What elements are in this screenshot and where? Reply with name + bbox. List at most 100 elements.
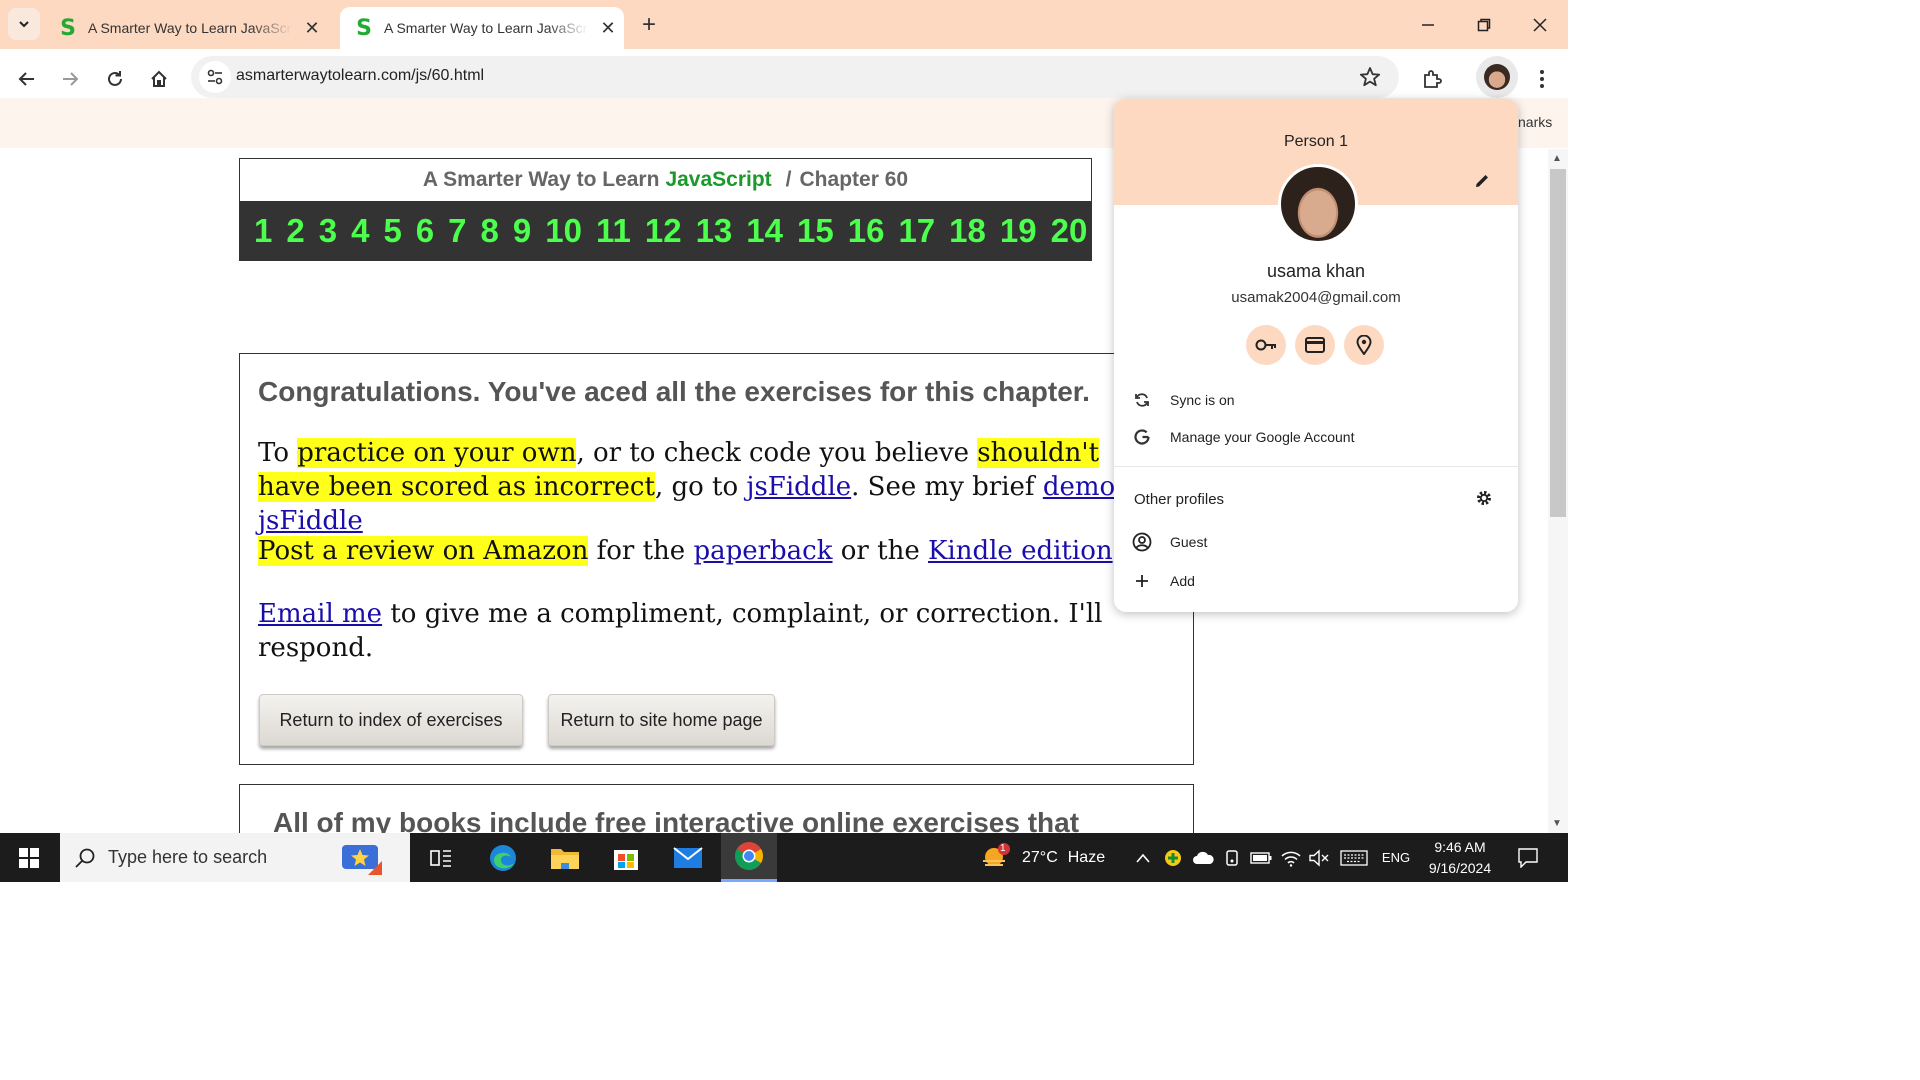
exercise-link[interactable]: 3 (319, 212, 337, 250)
exercise-link[interactable]: 10 (545, 212, 582, 250)
edge-button[interactable] (475, 833, 531, 882)
divider (1114, 466, 1518, 467)
show-hidden-icons-button[interactable] (1132, 833, 1154, 882)
arrow-left-icon (18, 72, 34, 86)
home-button[interactable] (141, 61, 177, 97)
reload-button[interactable] (97, 61, 133, 97)
email-link[interactable]: Email me (258, 599, 382, 629)
exercise-link[interactable]: 18 (949, 212, 986, 250)
exercise-link[interactable]: 15 (797, 212, 834, 250)
plus-icon (1114, 574, 1170, 588)
notifications-button[interactable] (1510, 833, 1546, 882)
language-indicator[interactable]: ENG (1376, 833, 1416, 882)
chapter-nav: A Smarter Way to Learn JavaScript / Chap… (239, 158, 1092, 261)
volume-button[interactable] (1306, 833, 1332, 882)
battery-button[interactable] (1248, 833, 1274, 882)
tab-active[interactable]: S A Smarter Way to Learn JavaScript ✕ (340, 7, 624, 49)
kindle-link[interactable]: Kindle edition (928, 536, 1113, 566)
scroll-down-icon[interactable]: ▼ (1552, 818, 1562, 829)
chevron-down-icon (19, 21, 29, 28)
scroll-up-icon[interactable]: ▲ (1552, 153, 1562, 164)
exercise-link[interactable]: 5 (383, 212, 401, 250)
chrome-taskbar-button[interactable] (721, 833, 777, 882)
tab-inactive[interactable]: S A Smarter Way to Learn JavaScript ✕ (44, 7, 336, 49)
chrome-icon (735, 842, 763, 870)
weather-widget[interactable]: 1 27°C Haze (980, 833, 1105, 882)
search-highlight-icon (342, 845, 382, 875)
mail-button[interactable] (660, 833, 716, 882)
all-bookmarks-label[interactable]: narks (1518, 114, 1552, 130)
guest-profile-row[interactable]: Guest (1114, 524, 1518, 560)
manage-account-label: Manage your Google Account (1170, 429, 1355, 445)
page-scrollbar[interactable]: ▲ ▼ (1548, 149, 1568, 833)
return-home-button[interactable]: Return to site home page (548, 694, 775, 746)
return-index-button[interactable]: Return to index of exercises (259, 694, 523, 746)
minimize-button[interactable] (1400, 0, 1456, 49)
touch-keyboard-button[interactable] (1338, 833, 1370, 882)
review-paragraph: Post a review on Amazon for the paperbac… (258, 534, 1158, 568)
profile-avatar (1278, 164, 1358, 244)
bookmark-star-button[interactable] (1359, 66, 1381, 93)
exercise-link[interactable]: 13 (696, 212, 733, 250)
restore-button[interactable] (1456, 0, 1512, 49)
exercise-link[interactable]: 8 (481, 212, 499, 250)
tray-app-button[interactable] (1160, 833, 1186, 882)
exercise-link[interactable]: 1 (254, 212, 272, 250)
close-window-button[interactable] (1512, 0, 1568, 49)
exercise-link[interactable]: 11 (596, 212, 631, 250)
paperback-link[interactable]: paperback (693, 536, 832, 566)
meet-now-button[interactable] (1220, 833, 1244, 882)
store-button[interactable] (598, 833, 654, 882)
email-paragraph: Email me to give me a compliment, compla… (258, 597, 1108, 665)
scroll-thumb[interactable] (1550, 169, 1566, 517)
books-panel: All of my books include free interactive… (239, 784, 1194, 833)
addresses-button[interactable] (1344, 325, 1384, 365)
jsfiddle-link[interactable]: jsFiddle (746, 472, 851, 502)
address-bar[interactable]: asmarterwaytolearn.com/js/60.html (191, 56, 1399, 98)
file-explorer-button[interactable] (537, 833, 593, 882)
url-text: asmarterwaytolearn.com/js/60.html (236, 67, 485, 84)
manage-profiles-button[interactable] (1475, 489, 1493, 512)
wifi-button[interactable] (1278, 833, 1304, 882)
new-tab-button[interactable]: + (636, 11, 662, 38)
clock[interactable]: 9:46 AM 9/16/2024 (1418, 837, 1502, 879)
profile-button[interactable] (1476, 56, 1518, 98)
taskbar-search-box[interactable]: Type here to search (60, 833, 410, 882)
task-view-button[interactable] (413, 833, 469, 882)
forward-button[interactable] (52, 61, 88, 97)
site-info-button[interactable] (199, 61, 231, 93)
close-tab-icon[interactable]: ✕ (598, 18, 618, 38)
volume-muted-icon (1309, 848, 1329, 867)
exercise-link[interactable]: 2 (286, 212, 304, 250)
add-profile-row[interactable]: Add (1114, 563, 1518, 599)
passwords-button[interactable] (1246, 325, 1286, 365)
exercise-link[interactable]: 20 (1051, 212, 1088, 250)
start-button[interactable] (0, 833, 58, 882)
exercise-link[interactable]: 4 (351, 212, 369, 250)
tab-search-button[interactable] (8, 8, 40, 40)
text: to give me a compliment, complaint, or c… (258, 599, 1103, 663)
manage-account-row[interactable]: Manage your Google Account (1114, 419, 1518, 455)
exercise-link[interactable]: 9 (513, 212, 531, 250)
exercise-link[interactable]: 6 (416, 212, 434, 250)
exercise-link[interactable]: 12 (645, 212, 682, 250)
exercise-link[interactable]: 16 (848, 212, 885, 250)
chrome-menu-button[interactable] (1524, 61, 1560, 97)
edit-profile-button[interactable] (1470, 169, 1494, 193)
profile-label: Person 1 (1283, 133, 1349, 150)
text: . See my brief (851, 472, 1043, 502)
exercise-link[interactable]: 7 (448, 212, 466, 250)
payment-methods-button[interactable] (1295, 325, 1335, 365)
sync-row[interactable]: Sync is on (1114, 382, 1518, 418)
exercise-link[interactable]: 17 (898, 212, 935, 250)
close-tab-icon[interactable]: ✕ (302, 18, 322, 38)
text: or the (832, 536, 928, 566)
exercise-link[interactable]: 19 (1000, 212, 1037, 250)
exercise-link[interactable]: 14 (746, 212, 783, 250)
tab-title: A Smarter Way to Learn JavaScript (88, 20, 292, 36)
congrats-panel: Congratulations. You've aced all the exe… (239, 353, 1194, 765)
back-button[interactable] (9, 61, 45, 97)
onedrive-button[interactable] (1190, 833, 1216, 882)
title-separator: / (785, 168, 792, 191)
extensions-button[interactable] (1414, 61, 1450, 97)
